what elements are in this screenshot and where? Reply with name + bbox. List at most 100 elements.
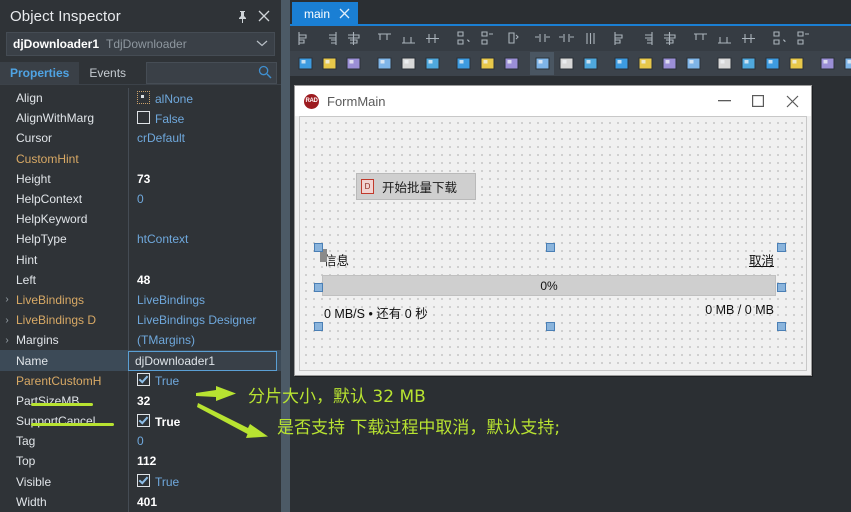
resize-handle[interactable] (777, 243, 786, 252)
checkbox-icon[interactable] (137, 474, 150, 488)
property-row[interactable]: CustomHint (0, 148, 281, 169)
size-width-icon[interactable] (530, 27, 554, 50)
property-row[interactable]: › LiveBindings LiveBindings (0, 289, 281, 311)
resize-handle[interactable] (777, 322, 786, 331)
snap-to-grid-icon[interactable] (451, 52, 475, 75)
pin-icon[interactable] (231, 5, 253, 27)
resize-handle[interactable] (314, 322, 323, 331)
download-progress-panel[interactable]: 信息 取消 0% 0 MB/S • 还有 0 秒 0 MB / 0 MB (314, 243, 786, 331)
property-search-box[interactable] (146, 62, 277, 84)
resize-handle[interactable] (546, 243, 555, 252)
resize-handle[interactable] (546, 322, 555, 331)
property-value[interactable]: 401 (130, 495, 281, 509)
property-value[interactable]: htContext (130, 232, 281, 246)
property-value[interactable]: 0 (130, 192, 281, 206)
send-backward-icon[interactable] (396, 52, 420, 75)
tab-order-icon[interactable] (633, 27, 657, 50)
clone-component-icon[interactable] (633, 52, 657, 75)
guidelines-icon[interactable] (499, 52, 523, 75)
align-middle-vert-icon[interactable] (420, 27, 444, 50)
search-input[interactable] (147, 66, 276, 80)
maximize-icon[interactable] (741, 87, 775, 115)
property-value[interactable]: False (130, 110, 281, 126)
align-top-icon[interactable] (372, 27, 396, 50)
close-icon[interactable] (253, 5, 275, 27)
checkbox-icon[interactable] (137, 110, 150, 124)
scale-icon[interactable] (609, 27, 633, 50)
tab-events[interactable]: Events (79, 62, 136, 84)
property-value[interactable]: crDefault (130, 131, 281, 145)
chevron-down-icon[interactable] (256, 38, 268, 50)
property-row[interactable]: Visible True (0, 471, 281, 492)
show-grid-icon[interactable] (475, 52, 499, 75)
send-to-back-icon[interactable] (791, 27, 815, 50)
save-icon[interactable] (839, 52, 851, 75)
property-value[interactable]: LiveBindings (130, 293, 281, 307)
chevron-right-icon[interactable]: › (0, 294, 14, 305)
run-icon[interactable] (784, 52, 808, 75)
debug-icon[interactable] (760, 52, 784, 75)
property-row[interactable]: Height 73 (0, 168, 281, 189)
property-row[interactable]: › LiveBindings D LiveBindings Designer (0, 310, 281, 331)
align-to-grid-icon[interactable] (420, 52, 444, 75)
field-list-icon[interactable] (681, 52, 705, 75)
form-designer-window[interactable]: RAD FormMain D 开始批量下载 信息 取消 0% 0 MB/S • … (294, 85, 812, 376)
property-row[interactable]: AlignWithMarg False (0, 108, 281, 129)
paste-icon[interactable] (609, 52, 633, 75)
property-row[interactable]: ParentCustomH True (0, 370, 281, 391)
resize-handle[interactable] (314, 283, 323, 292)
form-split-panel-icon[interactable] (341, 52, 365, 75)
form-canvas[interactable]: D 开始批量下载 信息 取消 0% 0 MB/S • 还有 0 秒 0 MB /… (299, 116, 807, 371)
close-icon[interactable] (775, 87, 809, 115)
form-left-panel-icon[interactable] (317, 52, 341, 75)
property-value[interactable]: (TMargins) (130, 333, 281, 347)
align-space-equally-vert-icon[interactable] (451, 27, 475, 50)
property-row[interactable]: PartSizeMB 32 (0, 390, 281, 411)
align-left-icon[interactable] (293, 27, 317, 50)
start-batch-download-button[interactable]: D 开始批量下载 (356, 173, 476, 200)
property-row[interactable]: Hint (0, 249, 281, 270)
cancel-link[interactable]: 取消 (749, 250, 774, 269)
size-both-icon[interactable] (578, 27, 602, 50)
property-row[interactable]: Cursor crDefault (0, 128, 281, 149)
align-center-horiz-icon[interactable] (341, 27, 365, 50)
checkbox-icon[interactable] (137, 373, 150, 387)
wrench-icon[interactable] (736, 52, 760, 75)
align-right-icon[interactable] (317, 27, 341, 50)
property-row[interactable]: Width 401 (0, 491, 281, 512)
property-row[interactable]: SupportCancel True (0, 411, 281, 432)
resize-handle[interactable] (777, 283, 786, 292)
property-value-editor[interactable]: djDownloader1 (128, 351, 277, 372)
component-select-icon[interactable] (657, 52, 681, 75)
property-row[interactable]: Tag 0 (0, 431, 281, 452)
align-space-equally-horiz-icon[interactable] (475, 27, 499, 50)
resize-handle[interactable] (314, 243, 323, 252)
lock-controls-icon[interactable] (530, 52, 554, 75)
property-value[interactable]: LiveBindings Designer (130, 313, 281, 327)
center-in-window-icon[interactable] (499, 27, 523, 50)
property-row[interactable]: HelpContext 0 (0, 188, 281, 210)
align-palette-icon[interactable] (293, 52, 317, 75)
property-row[interactable]: › Margins (TMargins) (0, 330, 281, 351)
property-value[interactable]: 48 (130, 273, 281, 287)
chevron-right-icon[interactable]: › (0, 315, 14, 326)
property-value[interactable]: True (130, 474, 281, 489)
align-bottom-icon[interactable] (396, 27, 420, 50)
property-row[interactable]: HelpType htContext (0, 229, 281, 250)
size-height-icon[interactable] (554, 27, 578, 50)
designer-toolbar[interactable] (290, 51, 851, 76)
grid-view-icon[interactable] (554, 52, 578, 75)
property-value[interactable]: 73 (130, 172, 281, 186)
minimize-icon[interactable] (707, 87, 741, 115)
alignment-toolbar[interactable] (290, 26, 851, 51)
property-list[interactable]: Align alNone AlignWithMarg False Cursor crDef… (0, 88, 281, 512)
tab-main[interactable]: main (292, 2, 359, 26)
bring-to-front-icon[interactable] (767, 27, 791, 50)
flip-horizontal-icon[interactable] (688, 27, 712, 50)
property-row[interactable]: Left 48 (0, 269, 281, 290)
checkbox-icon[interactable] (137, 413, 150, 427)
close-icon[interactable] (339, 7, 350, 22)
property-row[interactable]: Top 112 (0, 451, 281, 472)
property-value[interactable]: 112 (130, 454, 281, 468)
grid-snap-icon[interactable] (736, 27, 760, 50)
